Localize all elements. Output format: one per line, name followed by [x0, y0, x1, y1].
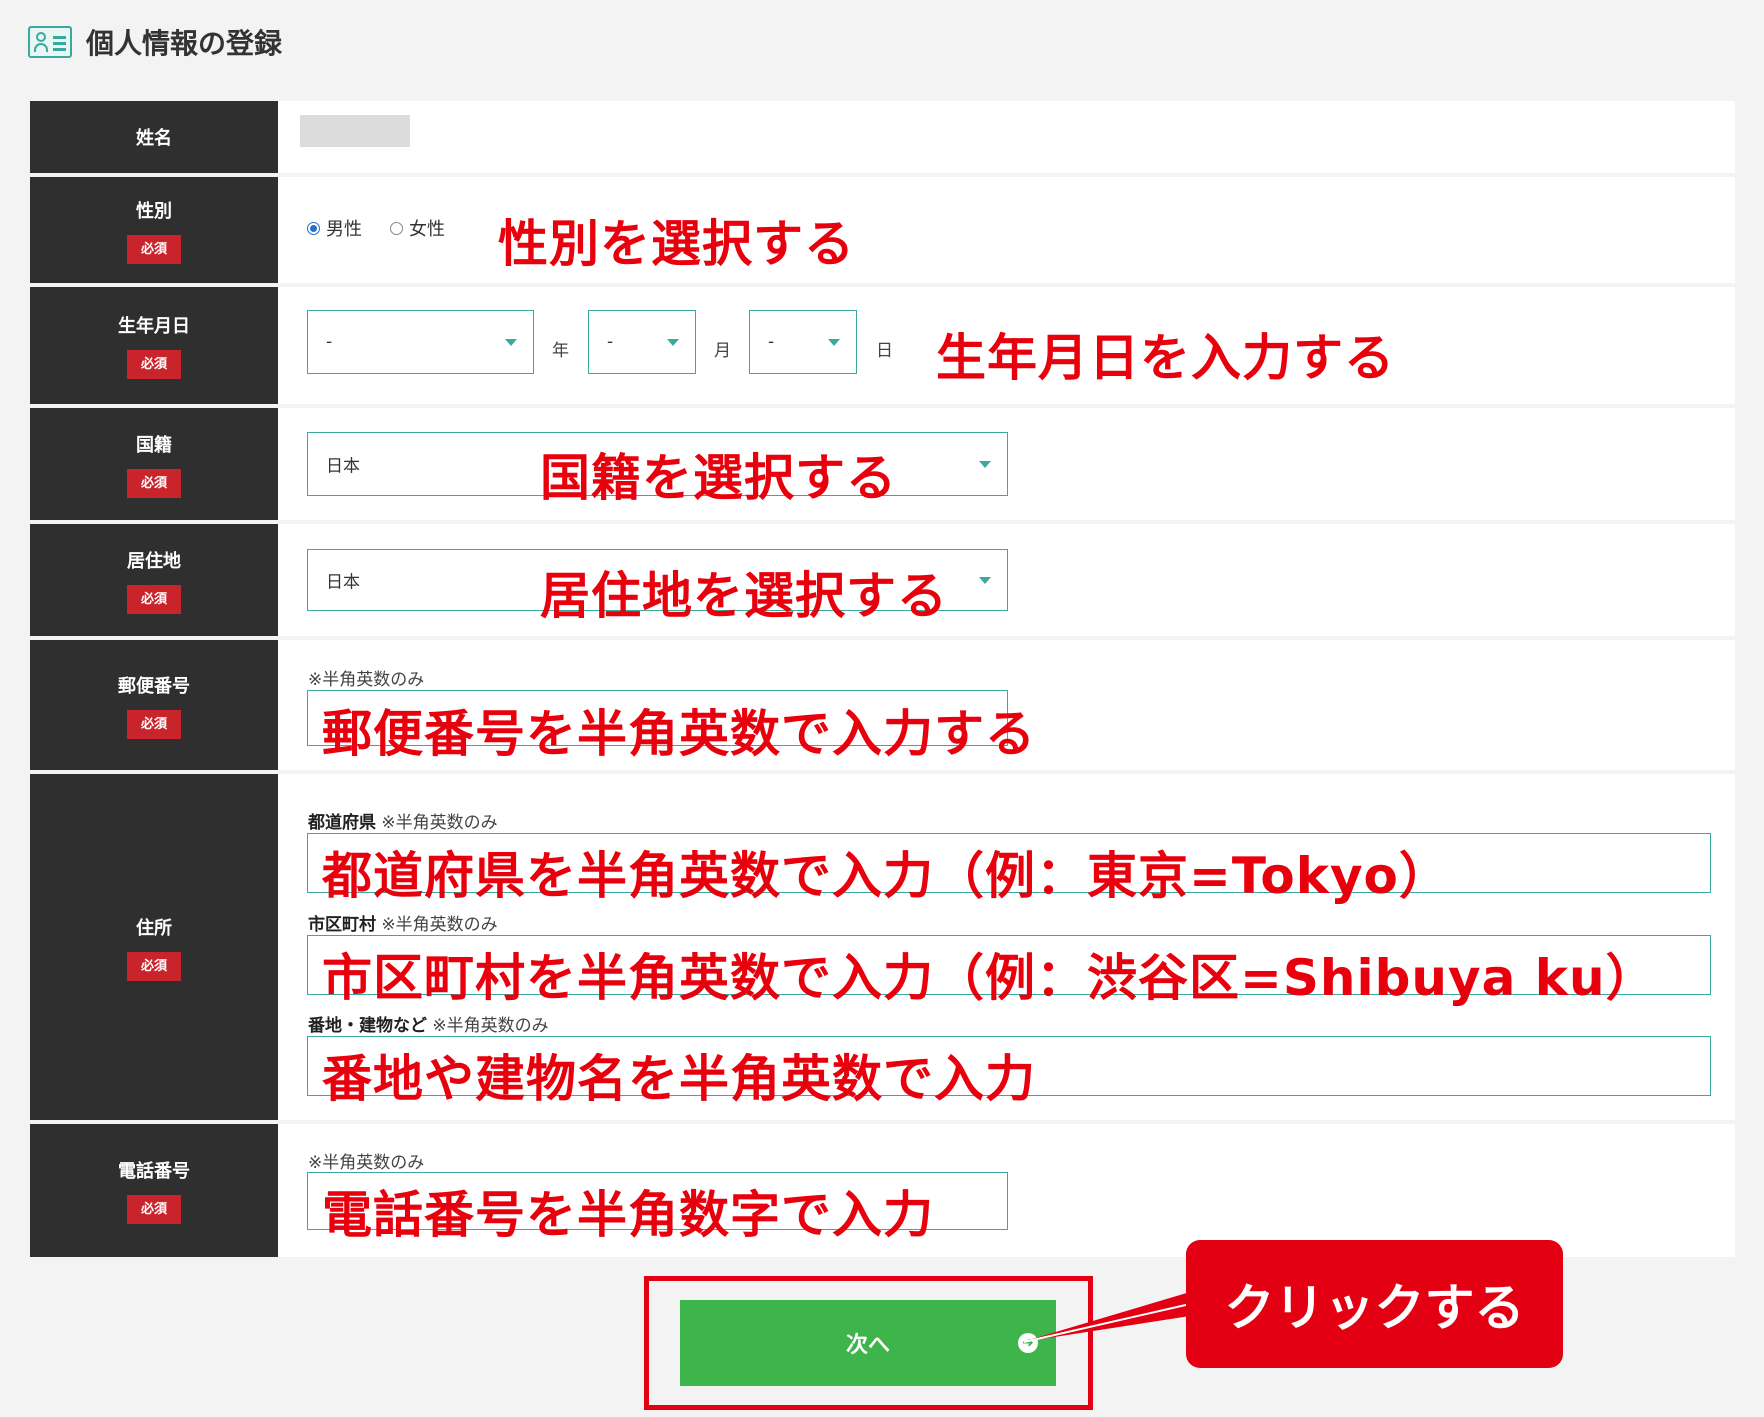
required-badge: 必須 [126, 951, 181, 981]
required-badge: 必須 [126, 1195, 181, 1224]
label-phone: 電話番号 必須 [30, 1124, 278, 1257]
required-badge: 必須 [126, 350, 181, 379]
chevron-down-icon [828, 339, 840, 346]
radio-male[interactable] [307, 221, 320, 235]
annotation-prefecture: 都道府県を半角英数で入力（例：東京=Tokyo） [322, 847, 1450, 905]
label-postal: 郵便番号 必須 [30, 640, 278, 770]
label-birthdate: 生年月日 必須 [30, 287, 278, 404]
required-badge: 必須 [126, 468, 181, 498]
annotation-gender: 性別を選択する [498, 215, 855, 273]
row-gender: 性別 必須 [30, 177, 1735, 283]
profile-card-icon [28, 26, 72, 58]
required-badge: 必須 [126, 234, 181, 264]
required-badge: 必須 [126, 709, 181, 739]
radio-female[interactable] [390, 221, 403, 235]
gender-radio-group: 男性 女性 [307, 215, 445, 241]
label-nationality: 国籍 必須 [30, 408, 278, 520]
next-button[interactable]: 次へ ➜ [680, 1300, 1056, 1386]
prefecture-label: 都道府県 ※半角英数のみ [308, 813, 498, 833]
chevron-down-icon [505, 339, 517, 346]
radio-male-label[interactable]: 男性 [326, 215, 362, 241]
annotation-street: 番地や建物名を半角英数で入力 [322, 1050, 1036, 1108]
label-address: 住所 必須 [30, 774, 278, 1120]
birth-year-select[interactable]: - [307, 310, 534, 374]
label-residence: 居住地 必須 [30, 524, 278, 636]
unit-month: 月 [714, 341, 731, 361]
postal-note: ※半角英数のみ [308, 670, 425, 690]
annotation-birthdate: 生年月日を入力する [936, 329, 1395, 387]
label-name: 姓名 [30, 101, 278, 173]
phone-note: ※半角英数のみ [308, 1153, 425, 1173]
street-label: 番地・建物など ※半角英数のみ [308, 1016, 549, 1036]
arrow-right-circle-icon: ➜ [1018, 1333, 1038, 1353]
row-name: 姓名 [30, 101, 1735, 173]
unit-day: 日 [876, 341, 893, 361]
page-title: 個人情報の登録 [86, 27, 283, 60]
required-badge: 必須 [126, 584, 181, 614]
annotation-city: 市区町村を半角英数で入力（例：渋谷区=Shibuya ku） [322, 949, 1657, 1007]
callout-click: クリックする [1186, 1240, 1563, 1368]
chevron-down-icon [667, 339, 679, 346]
annotation-phone: 電話番号を半角数字で入力 [322, 1186, 934, 1244]
radio-female-label[interactable]: 女性 [409, 215, 445, 241]
chevron-down-icon [979, 461, 991, 468]
birth-day-select[interactable]: - [749, 310, 857, 374]
chevron-down-icon [979, 577, 991, 584]
annotation-postal: 郵便番号を半角英数で入力する [322, 705, 1036, 763]
page-header: 個人情報の登録 [28, 22, 282, 62]
unit-year: 年 [552, 341, 569, 361]
annotation-nationality: 国籍を選択する [540, 449, 897, 507]
city-label: 市区町村 ※半角英数のみ [308, 915, 498, 935]
annotation-residence: 居住地を選択する [540, 567, 948, 625]
label-gender: 性別 必須 [30, 177, 278, 283]
birth-month-select[interactable]: - [588, 310, 696, 374]
name-value-redacted [300, 115, 410, 147]
